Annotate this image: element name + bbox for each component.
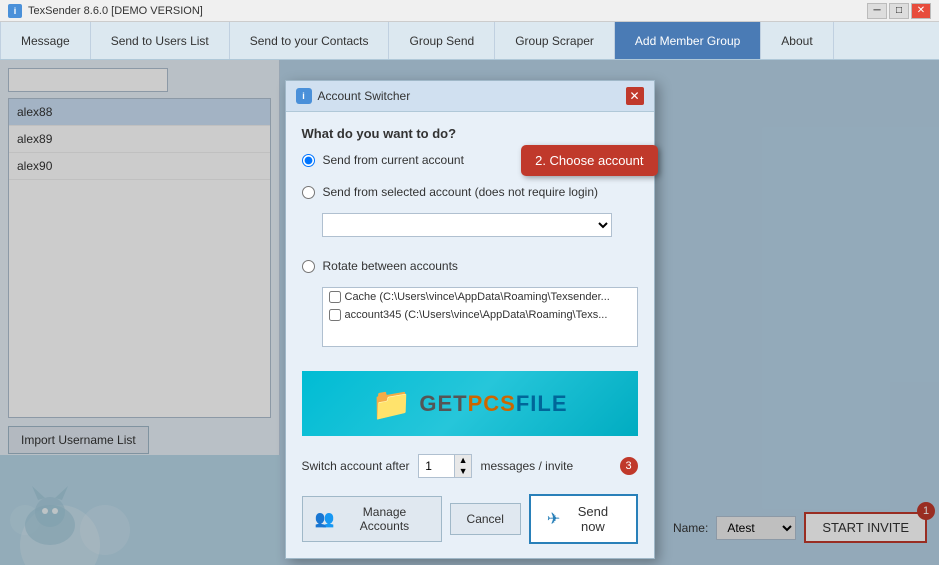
radio-label-current: Send from current account [323,153,464,167]
account-dropdown[interactable] [322,213,612,237]
close-button[interactable]: ✕ [911,3,931,19]
radio-rotate[interactable] [302,260,315,273]
radio-label-selected: Send from selected account (does not req… [323,185,599,199]
modal-title-bar: i Account Switcher ✕ [286,81,654,112]
modal-overlay: i Account Switcher ✕ What do you want to… [0,60,939,565]
ad-banner: 📁 GETPCSFILE [302,371,638,436]
radio-label-rotate: Rotate between accounts [323,259,458,273]
tab-about[interactable]: About [761,22,833,59]
manage-accounts-icon: 👥 [315,509,335,529]
cancel-button[interactable]: Cancel [450,503,521,535]
radio-row-rotate: Rotate between accounts [302,259,638,273]
send-icon: ✈ [547,509,560,529]
modal-close-button[interactable]: ✕ [626,87,644,105]
switch-account-row: Switch account after ▲ ▼ messages / invi… [286,446,654,486]
switch-decrement-button[interactable]: ▼ [455,466,472,477]
send-now-button[interactable]: ✈ Send now [529,494,638,544]
app-icon: i [8,4,22,18]
title-bar: i TexSender 8.6.0 [DEMO VERSION] ─ □ ✕ [0,0,939,22]
switch-increment-button[interactable]: ▲ [455,455,472,466]
tab-send-to-users-list[interactable]: Send to Users List [91,22,230,59]
modal-question: What do you want to do? [302,126,638,141]
main-content: alex88 alex89 alex90 Import Username Lis… [0,60,939,565]
tab-send-to-contacts[interactable]: Send to your Contacts [230,22,390,59]
switch-value-input[interactable] [419,455,454,477]
minimize-button[interactable]: ─ [867,3,887,19]
tab-message[interactable]: Message [0,22,91,59]
modal-title-left: i Account Switcher [296,88,411,104]
manage-accounts-label: Manage Accounts [340,505,428,533]
ad-text: GETPCSFILE [419,391,567,417]
account-name-1: account345 (C:\Users\vince\AppData\Roami… [345,309,608,321]
tab-add-member-group[interactable]: Add Member Group [615,22,761,59]
account-switcher-modal: i Account Switcher ✕ What do you want to… [285,80,655,559]
radio-current[interactable] [302,154,315,167]
account-checkbox-1[interactable] [329,309,341,321]
account-list-item: account345 (C:\Users\vince\AppData\Roami… [323,306,637,324]
accounts-list: Cache (C:\Users\vince\AppData\Roaming\Te… [322,287,638,347]
choose-account-button[interactable]: 2. Choose account [521,145,657,176]
folder-icon: 📁 [372,385,412,423]
modal-footer: 👥 Manage Accounts Cancel ✈ Send now [286,486,654,558]
window-controls: ─ □ ✕ [867,3,931,19]
modal-body: What do you want to do? Send from curren… [286,112,654,361]
account-list-item: Cache (C:\Users\vince\AppData\Roaming\Te… [323,288,637,306]
switch-suffix: messages / invite [480,459,573,473]
badge-3: 3 [620,457,638,475]
app-title: TexSender 8.6.0 [DEMO VERSION] [28,5,867,17]
radio-group: Send from current account 2. Choose acco… [302,153,638,347]
account-checkbox-0[interactable] [329,291,341,303]
tab-group-send[interactable]: Group Send [389,22,495,59]
radio-selected[interactable] [302,186,315,199]
send-now-label: Send now [566,504,619,534]
maximize-button[interactable]: □ [889,3,909,19]
switch-label: Switch account after [302,459,410,473]
account-name-0: Cache (C:\Users\vince\AppData\Roaming\Te… [345,291,610,303]
manage-accounts-button[interactable]: 👥 Manage Accounts [302,496,442,542]
tab-bar: Message Send to Users List Send to your … [0,22,939,60]
radio-row-selected: Send from selected account (does not req… [302,185,638,199]
tab-group-scraper[interactable]: Group Scraper [495,22,615,59]
dropdown-row [322,213,638,237]
modal-title: Account Switcher [318,89,411,103]
modal-app-icon: i [296,88,312,104]
